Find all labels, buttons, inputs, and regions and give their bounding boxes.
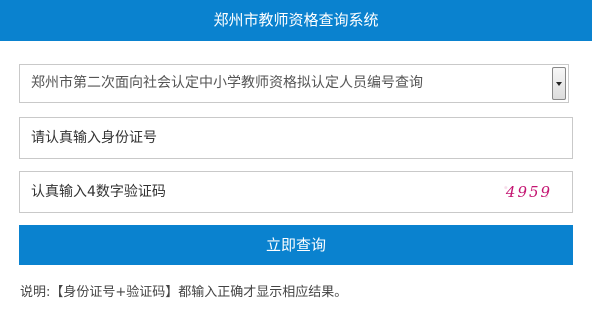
captcha-input[interactable]: 认真输入4数字验证码 4959 — [19, 171, 573, 213]
instructions-note: 说明:【身份证号+验证码】都输入正确才显示相应结果。 — [20, 285, 348, 300]
captcha-image[interactable]: 4959 — [500, 181, 558, 203]
submit-query-button[interactable]: 立即查询 — [19, 225, 573, 265]
chevron-down-icon[interactable] — [552, 67, 566, 100]
page-title: 郑州市教师资格查询系统 — [213, 11, 379, 29]
query-type-select[interactable]: 郑州市第二次面向社会认定中小学教师资格拟认定人员编号查询 — [19, 64, 569, 103]
id-number-placeholder: 请认真输入身份证号 — [31, 130, 157, 146]
page-header: 郑州市教师资格查询系统 — [0, 0, 592, 41]
captcha-placeholder: 认真输入4数字验证码 — [31, 184, 166, 200]
id-number-input[interactable]: 请认真输入身份证号 — [19, 117, 573, 159]
query-type-selected: 郑州市第二次面向社会认定中小学教师资格拟认定人员编号查询 — [31, 75, 423, 91]
